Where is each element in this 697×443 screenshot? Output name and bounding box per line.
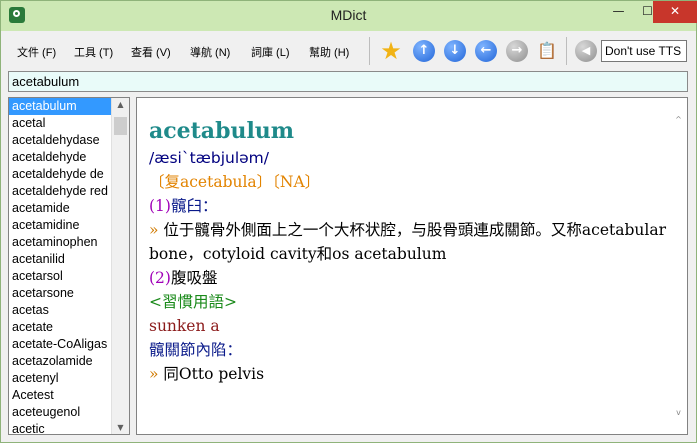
toolbar-separator (369, 37, 370, 65)
phrase-definition: » 同Otto pelvis (149, 362, 669, 386)
list-item[interactable]: acetaldehyde de (9, 166, 115, 183)
list-item[interactable]: acetabulum (9, 98, 115, 115)
list-item[interactable]: acetenyl (9, 370, 115, 387)
toolbar-separator (566, 37, 567, 65)
scroll-thumb[interactable] (114, 117, 127, 135)
plural-note: 〔复acetabula〕〔NA〕 (149, 173, 321, 191)
dictionary-entry: acetabulum /æsi`tæbjuləm/ 〔复acetabula〕〔N… (149, 116, 669, 386)
list-item[interactable]: acetate-CoAligas (9, 336, 115, 353)
definition-scrollbar[interactable]: ^ v (670, 98, 687, 434)
scroll-up-icon[interactable]: ^ (670, 115, 687, 124)
menu-navigate[interactable]: 導航 (N) (190, 44, 230, 60)
sense-2: (2)腹吸盤 (149, 266, 669, 290)
down-arrow-icon[interactable]: ↓ (444, 40, 466, 62)
scroll-down-icon[interactable]: ▼ (112, 423, 129, 432)
phrase-gloss: 髖關節內陷： (149, 341, 243, 359)
list-item[interactable]: acetic (9, 421, 115, 434)
menu-file[interactable]: 文件 (F) (17, 44, 56, 60)
scroll-down-icon[interactable]: v (670, 408, 687, 417)
sense-1-definition: » 位于髖骨外側面上之一个大杯状腔，与股骨頭連成關節。又称acetabular … (149, 218, 669, 266)
menu-tools[interactable]: 工具 (T) (74, 44, 113, 60)
list-item[interactable]: acetazolamide (9, 353, 115, 370)
list-item[interactable]: acetaldehydase (9, 132, 115, 149)
speaker-icon[interactable]: ◀ (575, 40, 597, 62)
sense-headword: 髖臼： (170, 197, 218, 215)
definition-pane[interactable]: acetabulum /æsi`tæbjuləm/ 〔复acetabula〕〔N… (136, 97, 688, 435)
list-item[interactable]: acetaldehyde red (9, 183, 115, 200)
app-window: MDict — ☐ ✕ 文件 (F) 工具 (T) 查看 (V) 導航 (N) … (0, 0, 697, 443)
back-icon[interactable]: ← (475, 40, 497, 62)
list-item[interactable]: acetaldehyde (9, 149, 115, 166)
clipboard-icon[interactable]: 📋 (536, 40, 558, 62)
sense-number: (1) (149, 197, 171, 215)
list-item[interactable]: acetanilid (9, 251, 115, 268)
word-list[interactable]: acetabulum acetal acetaldehydase acetaldehy… (8, 97, 130, 435)
sense-number: (2) (149, 269, 171, 287)
bullet-icon: » (149, 365, 159, 383)
search-input[interactable]: acetabulum (8, 71, 688, 92)
list-item[interactable]: acetas (9, 302, 115, 319)
list-item[interactable]: acetamidine (9, 217, 115, 234)
list-item[interactable]: acetaminophen (9, 234, 115, 251)
list-item[interactable]: acetamide (9, 200, 115, 217)
phonetic: /æsi`tæbjuləm/ (149, 149, 270, 167)
definition-text: 同Otto pelvis (163, 365, 265, 383)
forward-icon[interactable]: → (506, 40, 528, 62)
menu-view[interactable]: 查看 (V) (131, 44, 171, 60)
close-button[interactable]: ✕ (653, 1, 697, 23)
menu-library[interactable]: 詞庫 (L) (251, 44, 290, 60)
list-item[interactable]: aceteugenol (9, 404, 115, 421)
list-item[interactable]: Acetest (9, 387, 115, 404)
up-arrow-icon[interactable]: ↑ (413, 40, 435, 62)
window-title: MDict (330, 7, 367, 23)
list-item[interactable]: acetate (9, 319, 115, 336)
title-bar: MDict — ☐ ✕ (1, 1, 697, 31)
scroll-up-icon[interactable]: ▲ (112, 100, 129, 109)
list-item[interactable]: acetarsone (9, 285, 115, 302)
definition-text: 位于髖骨外側面上之一个大杯状腔，与股骨頭連成關節。又称acetabular bo… (149, 221, 667, 263)
list-item[interactable]: acetarsol (9, 268, 115, 285)
usage-label: <習慣用語> (149, 293, 237, 311)
phrase: sunken a (149, 317, 220, 335)
star-icon[interactable]: ★ (380, 39, 402, 63)
sense-headword: 腹吸盤 (170, 269, 218, 287)
sense-1: (1)髖臼： (149, 194, 669, 218)
menu-help[interactable]: 幫助 (H) (309, 44, 349, 60)
minimize-button[interactable]: — (604, 1, 633, 23)
word-list-scrollbar[interactable]: ▲ ▼ (111, 98, 129, 434)
bullet-icon: » (149, 221, 159, 239)
tts-select[interactable]: Don't use TTS (601, 40, 687, 62)
menu-toolbar: 文件 (F) 工具 (T) 查看 (V) 導航 (N) 詞庫 (L) 幫助 (H… (1, 34, 696, 68)
headword: acetabulum (149, 118, 295, 144)
list-item[interactable]: acetal (9, 115, 115, 132)
